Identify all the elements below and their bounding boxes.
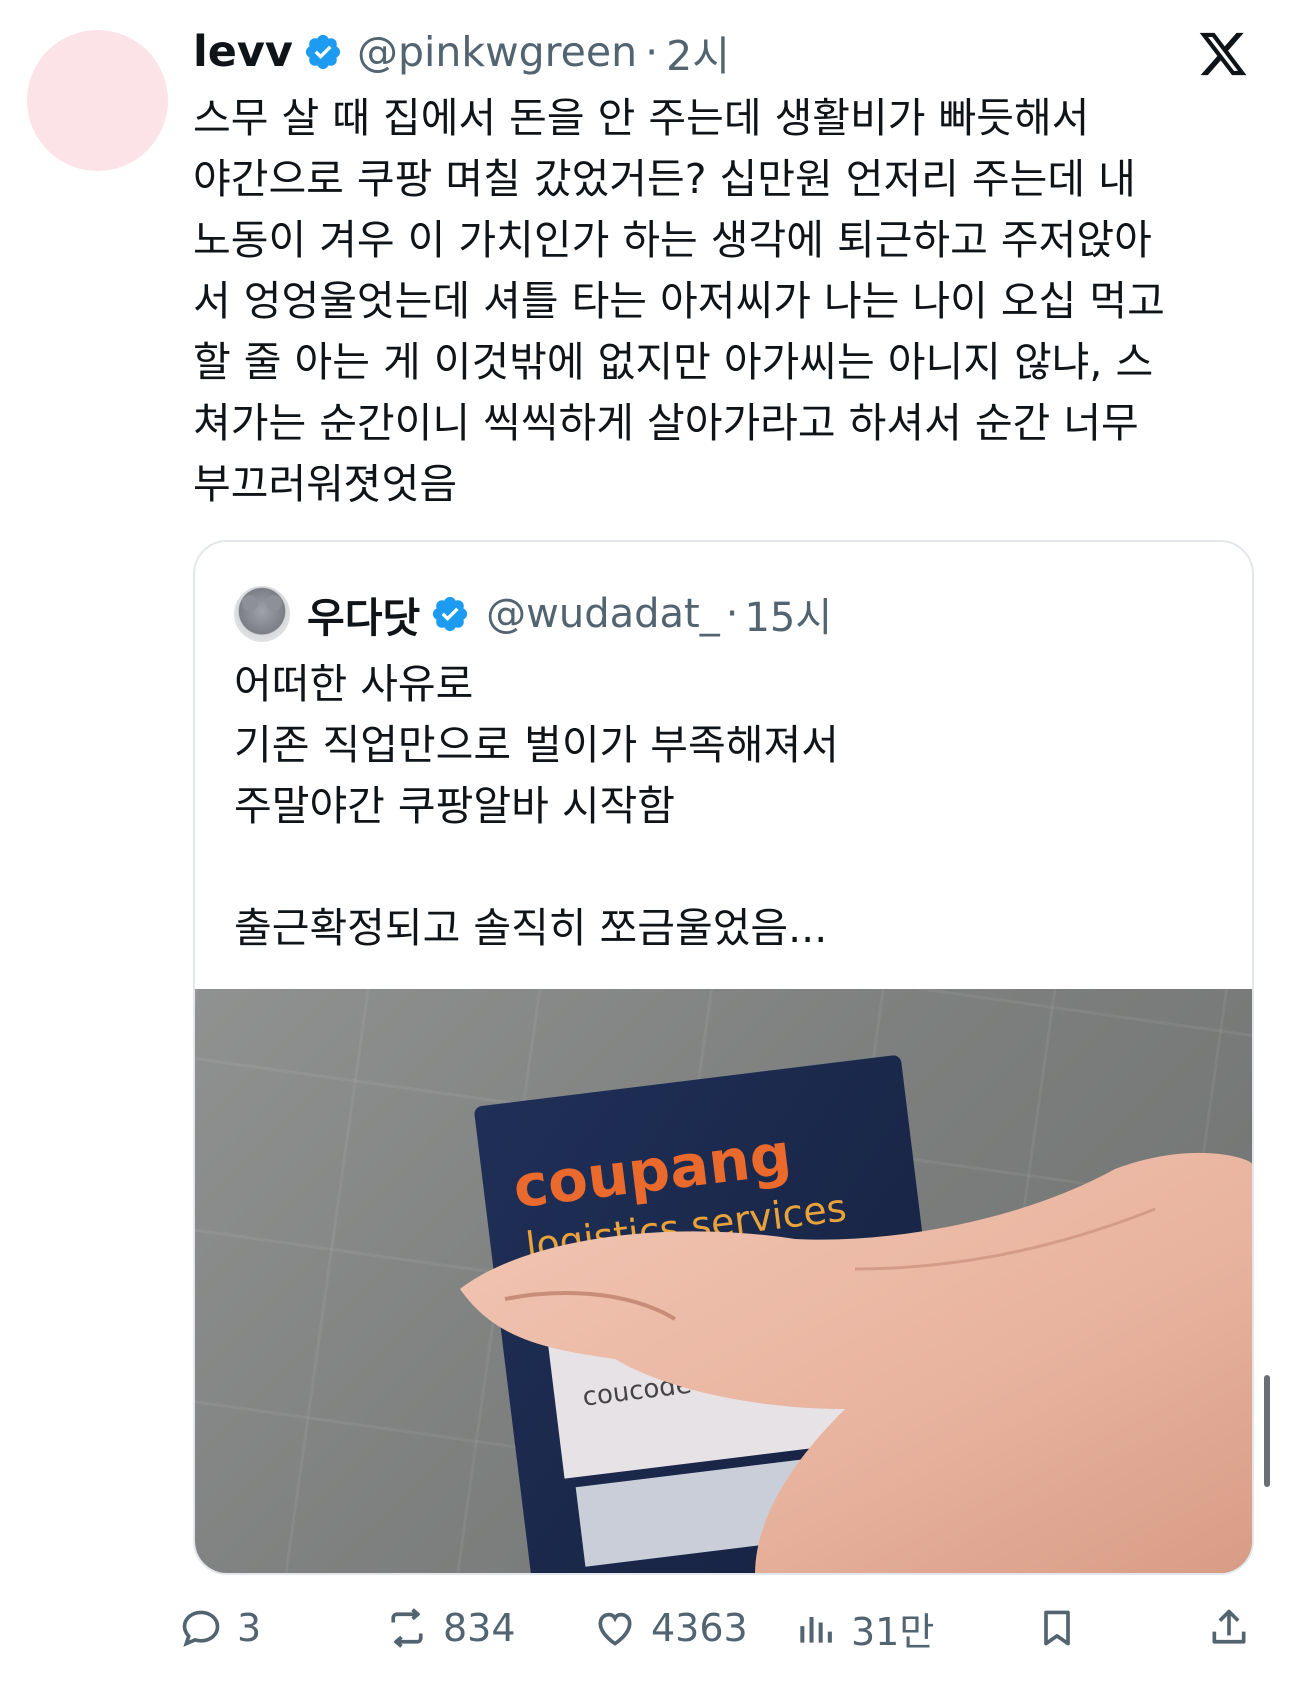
post-actions-bar: 3 834 4363 31만	[182, 1598, 1263, 1658]
post-text-line: 노동이 겨우 이 가치인가 하는 생각에 퇴근하고 주저앉아	[193, 216, 1152, 264]
author-avatar[interactable]	[27, 30, 168, 171]
reply-button[interactable]: 3	[179, 1598, 261, 1658]
quoted-post[interactable]: 우다닷 @wudadat_ · 15시 어떠한 사유로 기존 직업만으로 벌이가…	[193, 540, 1254, 1575]
views-button[interactable]: 31만	[793, 1598, 934, 1658]
quoted-author-avatar[interactable]	[234, 586, 290, 642]
like-count: 4363	[651, 1606, 748, 1650]
like-button[interactable]: 4363	[593, 1598, 748, 1658]
header-separator: ·	[645, 28, 659, 76]
author-display-name[interactable]: levv	[193, 27, 293, 77]
post-text: 스무 살 때 집에서 돈을 안 주는데 생활비가 빠듯해서 야간으로 쿠팡 며칠…	[193, 88, 1268, 515]
views-count: 31만	[851, 1609, 935, 1654]
repost-icon	[391, 1608, 423, 1648]
quoted-text-line: 기존 직업만으로 벌이가 부족해져서	[234, 721, 839, 769]
author-handle[interactable]: @pinkwgreen	[357, 28, 637, 76]
repost-button[interactable]: 834	[385, 1598, 516, 1658]
share-button[interactable]	[1207, 1598, 1251, 1658]
quoted-text-line	[234, 837, 1234, 898]
quoted-post-text: 어떠한 사유로 기존 직업만으로 벌이가 부족해져서 주말야간 쿠팡알바 시작함…	[234, 654, 1234, 959]
scrollbar[interactable]	[1264, 1375, 1270, 1487]
quoted-text-line: 어떠한 사유로	[234, 660, 474, 708]
quoted-author-handle[interactable]: @wudadat_	[486, 591, 720, 637]
post-text-line: 부끄러워졋엇음	[193, 460, 458, 508]
post-text-line: 야간으로 쿠팡 며칠 갔었거든? 십만원 언저리 주는데 내	[193, 155, 1136, 203]
post-text-line: 서 엉엉울엇는데 셔틀 타는 아저씨가 나는 나이 오십 먹고	[193, 277, 1165, 325]
coupang-badge-photo: coupang logistics services coucode :	[460, 1055, 1252, 1573]
views-icon	[800, 1617, 832, 1643]
post-text-line: 쳐가는 순간이니 씩씩하게 살아가라고 하셔서 순간 너무	[193, 399, 1139, 447]
quoted-author-display-name[interactable]: 우다닷	[307, 584, 420, 644]
bookmark-icon	[1044, 1610, 1070, 1646]
quoted-text-line: 출근확정되고 솔직히 쪼금울었음...	[234, 904, 828, 952]
post-timestamp[interactable]: 2시	[666, 22, 730, 82]
x-logo-icon[interactable]	[1197, 28, 1249, 80]
quoted-text-line: 주말야간 쿠팡알바 시작함	[234, 782, 675, 830]
quoted-post-timestamp[interactable]: 15시	[744, 585, 832, 643]
reply-count: 3	[237, 1606, 262, 1650]
bookmark-button[interactable]	[1035, 1598, 1079, 1658]
post-header: levv @pinkwgreen · 2시	[193, 22, 730, 82]
verified-badge-icon	[433, 596, 468, 632]
reply-icon	[182, 1610, 220, 1647]
share-icon	[1212, 1609, 1246, 1644]
post-text-line: 할 줄 아는 게 이것밖에 없지만 아가씨는 아니지 않냐, 스	[193, 338, 1154, 386]
post-text-line: 스무 살 때 집에서 돈을 안 주는데 생활비가 빠듯해서	[193, 94, 1090, 142]
quoted-header-separator: ·	[725, 591, 739, 637]
verified-badge-icon	[305, 34, 341, 70]
like-icon	[598, 1612, 632, 1646]
quoted-post-photo[interactable]: coupang logistics services coucode :	[195, 989, 1252, 1573]
quoted-post-header: 우다닷 @wudadat_ · 15시	[234, 584, 832, 644]
repost-count: 834	[443, 1606, 516, 1650]
